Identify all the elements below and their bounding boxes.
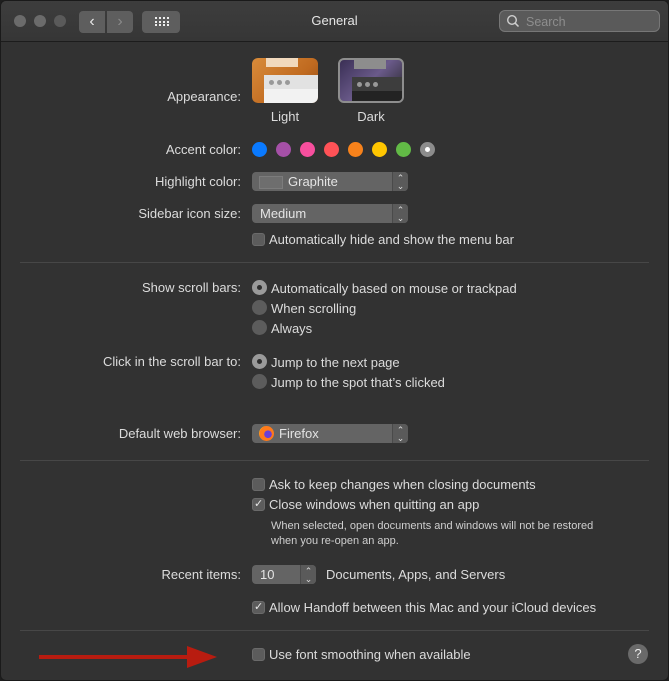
accent-color-blue[interactable] [252,142,267,157]
font-smoothing-checkbox[interactable] [252,648,265,661]
default-browser-value: Firefox [279,426,319,441]
section-divider [20,262,649,263]
jump-next-page-radio[interactable] [252,354,267,369]
jump-next-page-label: Jump to the next page [271,355,400,370]
scroll-bars-always-radio[interactable] [252,320,267,335]
appearance-light-option[interactable] [252,58,318,103]
section-divider [20,630,649,631]
accent-color-red[interactable] [324,142,339,157]
general-preferences-window: ‹ › General Appearance: Light Dark Accen… [0,0,669,681]
search-input[interactable] [524,12,658,32]
appearance-label: Appearance: [167,89,241,104]
default-browser-popup[interactable]: Firefox ⌃ ⌄ [252,424,408,443]
color-swatch-icon [259,176,283,189]
firefox-icon [259,426,274,441]
popup-arrows-icon: ⌃ ⌄ [392,172,408,191]
accent-color-label: Accent color: [165,142,241,157]
close-windows-checkbox[interactable] [252,497,265,511]
auto-hide-menu-bar-label: Automatically hide and show the menu bar [269,232,514,247]
scroll-bars-auto-label: Automatically based on mouse or trackpad [271,281,517,296]
jump-to-spot-label: Jump to the spot that’s clicked [271,375,445,390]
section-divider [20,460,649,461]
scroll-bars-auto-radio[interactable] [252,280,267,295]
appearance-light-label: Light [270,109,300,124]
question-mark-icon: ? [634,646,642,661]
popup-arrows-icon: ⌃ ⌄ [392,424,408,443]
auto-hide-menu-bar-checkbox[interactable] [252,233,265,246]
show-scroll-bars-label: Show scroll bars: [142,280,241,295]
sidebar-icon-size-popup[interactable]: Medium ⌃ ⌄ [252,204,408,223]
highlight-color-popup[interactable]: Graphite ⌃ ⌄ [252,172,408,191]
highlight-color-value: Graphite [288,174,338,189]
title-bar: ‹ › General [1,1,668,42]
accent-color-pink[interactable] [300,142,315,157]
appearance-dark-option[interactable] [338,58,404,103]
accent-color-orange[interactable] [348,142,363,157]
accent-color-green[interactable] [396,142,411,157]
appearance-dark-label: Dark [357,109,385,124]
popup-arrows-icon: ⌃ ⌄ [300,565,316,584]
ask-keep-changes-checkbox[interactable] [252,478,265,491]
scroll-bars-when-scrolling-label: When scrolling [271,301,357,316]
recent-items-label: Recent items: [161,567,241,582]
recent-items-value: 10 [260,567,275,582]
sidebar-icon-size-label: Sidebar icon size: [138,206,241,221]
accent-color-graphite[interactable] [420,142,435,157]
font-smoothing-label: Use font smoothing when available [269,647,471,662]
sidebar-icon-size-value: Medium [260,206,307,221]
jump-to-spot-radio[interactable] [252,374,267,389]
highlight-color-label: Highlight color: [155,174,241,189]
handoff-checkbox[interactable] [252,600,265,614]
red-arrow-annotation-icon [39,646,217,668]
close-windows-note: When selected, open documents and window… [271,520,594,547]
scroll-bars-when-scrolling-radio[interactable] [252,300,267,315]
popup-arrows-icon: ⌃ ⌄ [392,204,408,223]
ask-keep-changes-label: Ask to keep changes when closing documen… [269,477,536,492]
accent-color-purple[interactable] [276,142,291,157]
recent-items-popup[interactable]: 10 ⌃ ⌄ [252,565,316,584]
accent-color-yellow[interactable] [372,142,387,157]
handoff-label: Allow Handoff between this Mac and your … [269,600,597,615]
scroll-bars-always-label: Always [271,321,313,336]
close-windows-label: Close windows when quitting an app [269,497,480,512]
help-button[interactable]: ? [628,644,648,664]
search-field[interactable] [499,10,660,32]
click-scroll-bar-label: Click in the scroll bar to: [103,354,241,369]
recent-items-suffix: Documents, Apps, and Servers [326,567,506,582]
search-icon [506,14,520,28]
default-browser-label: Default web browser: [118,426,241,441]
